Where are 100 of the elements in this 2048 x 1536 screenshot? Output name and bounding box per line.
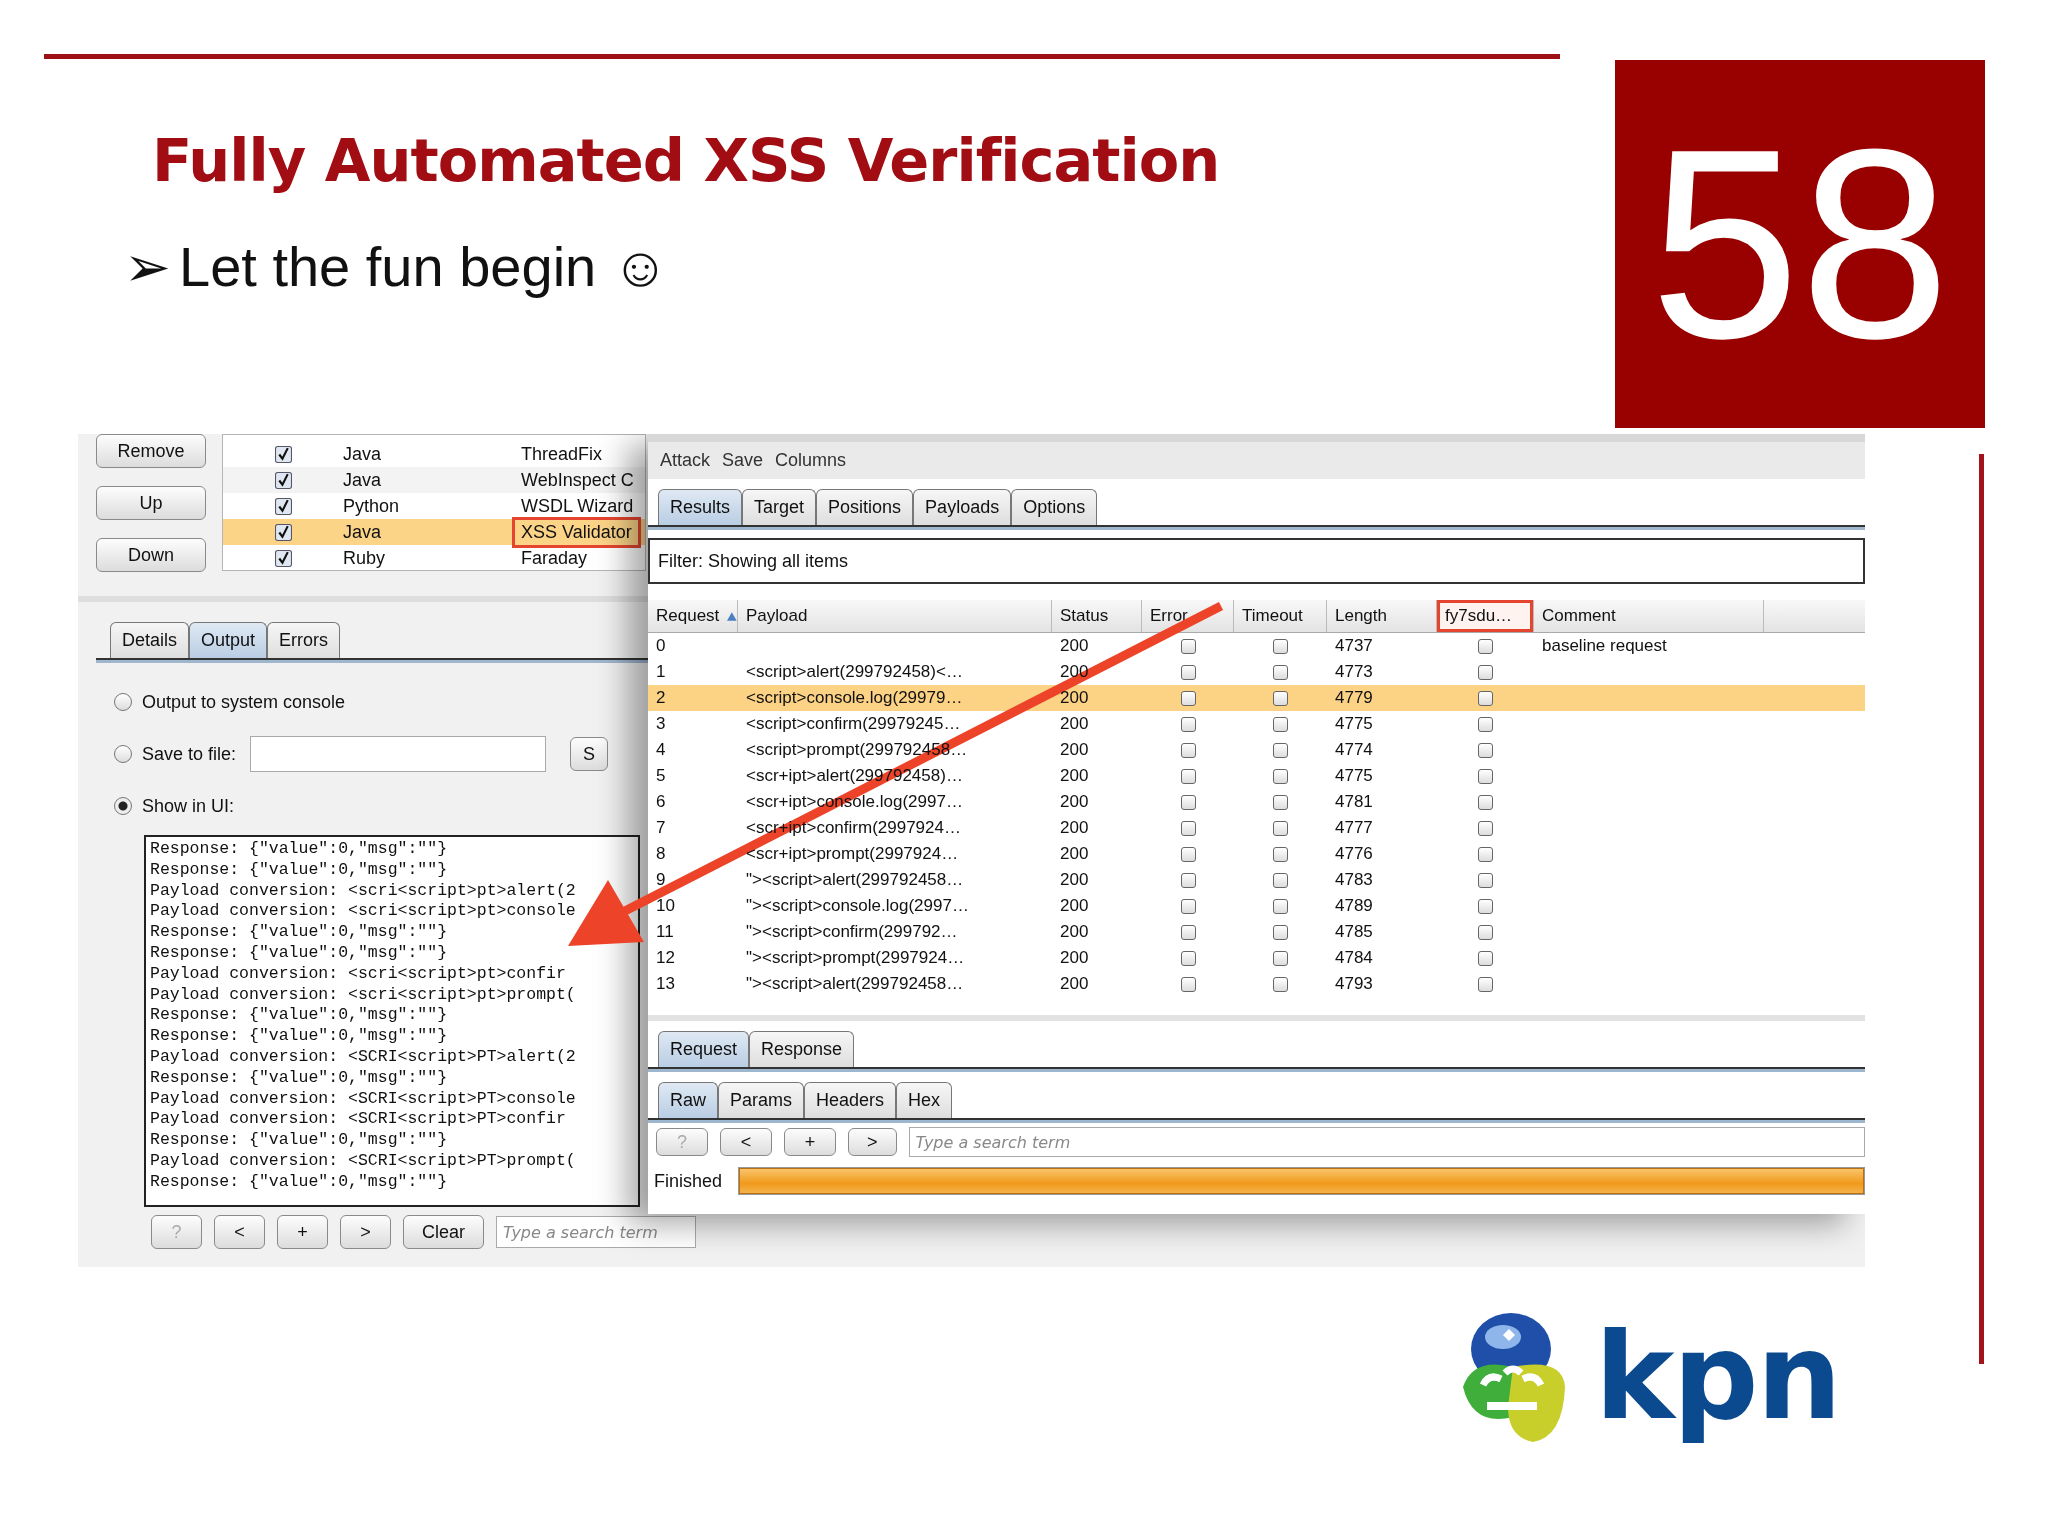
checkbox[interactable] <box>1180 898 1196 914</box>
checkbox[interactable] <box>1180 768 1196 784</box>
checkbox[interactable] <box>1180 872 1196 888</box>
result-row[interactable]: 13 "><script>alert(299792458… 200 4793 <box>648 971 1865 997</box>
checkbox[interactable] <box>1180 742 1196 758</box>
checkbox[interactable] <box>1180 638 1196 654</box>
select-file-button[interactable]: S <box>570 737 609 771</box>
panel-button[interactable]: Down <box>96 538 206 572</box>
result-row[interactable]: 2 <script>console.log(29979… 200 4779 <box>648 685 1865 711</box>
checkbox[interactable] <box>1478 924 1493 940</box>
checkbox[interactable] <box>1273 924 1288 940</box>
checkbox[interactable] <box>1273 898 1288 914</box>
toolbar-button[interactable]: + <box>277 1215 328 1249</box>
extension-row[interactable]: Java XSS Validator <box>223 519 645 545</box>
column-header[interactable]: Request <box>648 600 738 632</box>
checkbox[interactable] <box>1478 846 1493 862</box>
column-header[interactable]: Error <box>1142 600 1234 632</box>
result-row[interactable]: 3 <script>confirm(29979245… 200 4775 <box>648 711 1865 737</box>
checkbox[interactable] <box>1478 950 1493 966</box>
tab[interactable]: Params <box>718 1082 805 1118</box>
search-field[interactable]: Type a search term <box>496 1216 696 1248</box>
extension-row[interactable]: Ruby Faraday <box>223 545 645 571</box>
checkbox[interactable] <box>1478 742 1493 758</box>
checkbox[interactable] <box>274 523 292 541</box>
checkbox[interactable] <box>274 471 292 489</box>
checkbox[interactable] <box>1478 664 1493 680</box>
extension-row[interactable]: Java WebInspect C <box>223 467 645 493</box>
result-row[interactable]: 1 <script>alert(299792458)<… 200 4773 <box>648 659 1865 685</box>
result-row[interactable]: 11 "><script>confirm(299792… 200 4785 <box>648 919 1865 945</box>
toolbar-button[interactable]: > <box>340 1215 391 1249</box>
checkbox[interactable] <box>1273 690 1288 706</box>
extension-row[interactable]: Python WSDL Wizard <box>223 493 645 519</box>
checkbox[interactable] <box>1273 872 1288 888</box>
checkbox[interactable] <box>1180 794 1196 810</box>
toolbar-button[interactable]: < <box>214 1215 265 1249</box>
file-path-field[interactable] <box>250 736 547 772</box>
checkbox[interactable] <box>1478 638 1493 654</box>
column-header[interactable]: fy7sdu… <box>1437 600 1534 632</box>
checkbox[interactable] <box>1273 794 1288 810</box>
checkbox[interactable] <box>274 445 292 463</box>
checkbox[interactable] <box>1478 872 1493 888</box>
result-row[interactable]: 0 200 4737 baseline request <box>648 633 1865 659</box>
toolbar-button[interactable]: Clear <box>403 1215 484 1249</box>
radio-button[interactable] <box>114 797 132 815</box>
checkbox[interactable] <box>1273 716 1288 732</box>
result-row[interactable]: 9 "><script>alert(299792458… 200 4783 <box>648 867 1865 893</box>
checkbox[interactable] <box>1273 820 1288 836</box>
checkbox[interactable] <box>1478 690 1493 706</box>
tab[interactable]: Errors <box>267 622 341 658</box>
column-header[interactable]: Status <box>1052 600 1142 632</box>
checkbox[interactable] <box>1478 820 1493 836</box>
result-row[interactable]: 8 <scr+ipt>prompt(2997924… 200 4776 <box>648 841 1865 867</box>
checkbox[interactable] <box>1180 976 1196 992</box>
checkbox[interactable] <box>1180 664 1196 680</box>
filter-bar[interactable]: Filter: Showing all items <box>648 538 1865 584</box>
menu-item[interactable]: Attack <box>660 450 711 471</box>
panel-button[interactable]: Remove <box>96 434 206 468</box>
checkbox[interactable] <box>1273 664 1288 680</box>
search-field[interactable]: Type a search term <box>908 1127 1865 1157</box>
tab[interactable]: Headers <box>804 1082 897 1118</box>
toolbar-button[interactable]: < <box>720 1128 772 1156</box>
tab[interactable]: Payloads <box>913 489 1012 525</box>
tab[interactable]: Raw <box>658 1082 718 1118</box>
checkbox[interactable] <box>1180 820 1196 836</box>
tab[interactable]: Target <box>742 489 817 525</box>
menu-item[interactable]: Save <box>722 450 764 471</box>
checkbox[interactable] <box>1478 716 1493 732</box>
checkbox[interactable] <box>1273 742 1288 758</box>
radio-button[interactable] <box>114 693 132 711</box>
result-row[interactable]: 10 "><script>console.log(2997… 200 4789 <box>648 893 1865 919</box>
checkbox[interactable] <box>1478 898 1493 914</box>
checkbox[interactable] <box>274 497 292 515</box>
tab[interactable]: Details <box>110 622 190 658</box>
checkbox[interactable] <box>1273 976 1288 992</box>
column-header[interactable]: Payload <box>738 600 1052 632</box>
toolbar-button[interactable]: > <box>848 1128 897 1156</box>
panel-button[interactable]: Up <box>96 486 206 520</box>
checkbox[interactable] <box>1180 716 1196 732</box>
checkbox[interactable] <box>274 549 292 567</box>
radio-button[interactable] <box>114 745 132 763</box>
checkbox[interactable] <box>1180 924 1196 940</box>
toolbar-button[interactable]: + <box>784 1128 836 1156</box>
tab[interactable]: Hex <box>896 1082 953 1118</box>
column-header[interactable]: Comment <box>1534 600 1764 632</box>
checkbox[interactable] <box>1478 794 1493 810</box>
result-row[interactable]: 12 "><script>prompt(2997924… 200 4784 <box>648 945 1865 971</box>
tab[interactable]: Request <box>658 1031 750 1067</box>
tab[interactable]: Results <box>658 489 743 525</box>
checkbox[interactable] <box>1478 768 1493 784</box>
checkbox[interactable] <box>1273 768 1288 784</box>
checkbox[interactable] <box>1273 950 1288 966</box>
checkbox[interactable] <box>1273 638 1288 654</box>
tab[interactable]: Options <box>1011 489 1098 525</box>
tab[interactable]: Positions <box>816 489 914 525</box>
extension-row[interactable]: Java ThreadFix <box>223 441 645 467</box>
column-header[interactable]: Timeout <box>1234 600 1327 632</box>
checkbox[interactable] <box>1478 976 1493 992</box>
tab[interactable]: Output <box>189 622 268 658</box>
checkbox[interactable] <box>1180 690 1196 706</box>
tab[interactable]: Response <box>749 1031 855 1067</box>
